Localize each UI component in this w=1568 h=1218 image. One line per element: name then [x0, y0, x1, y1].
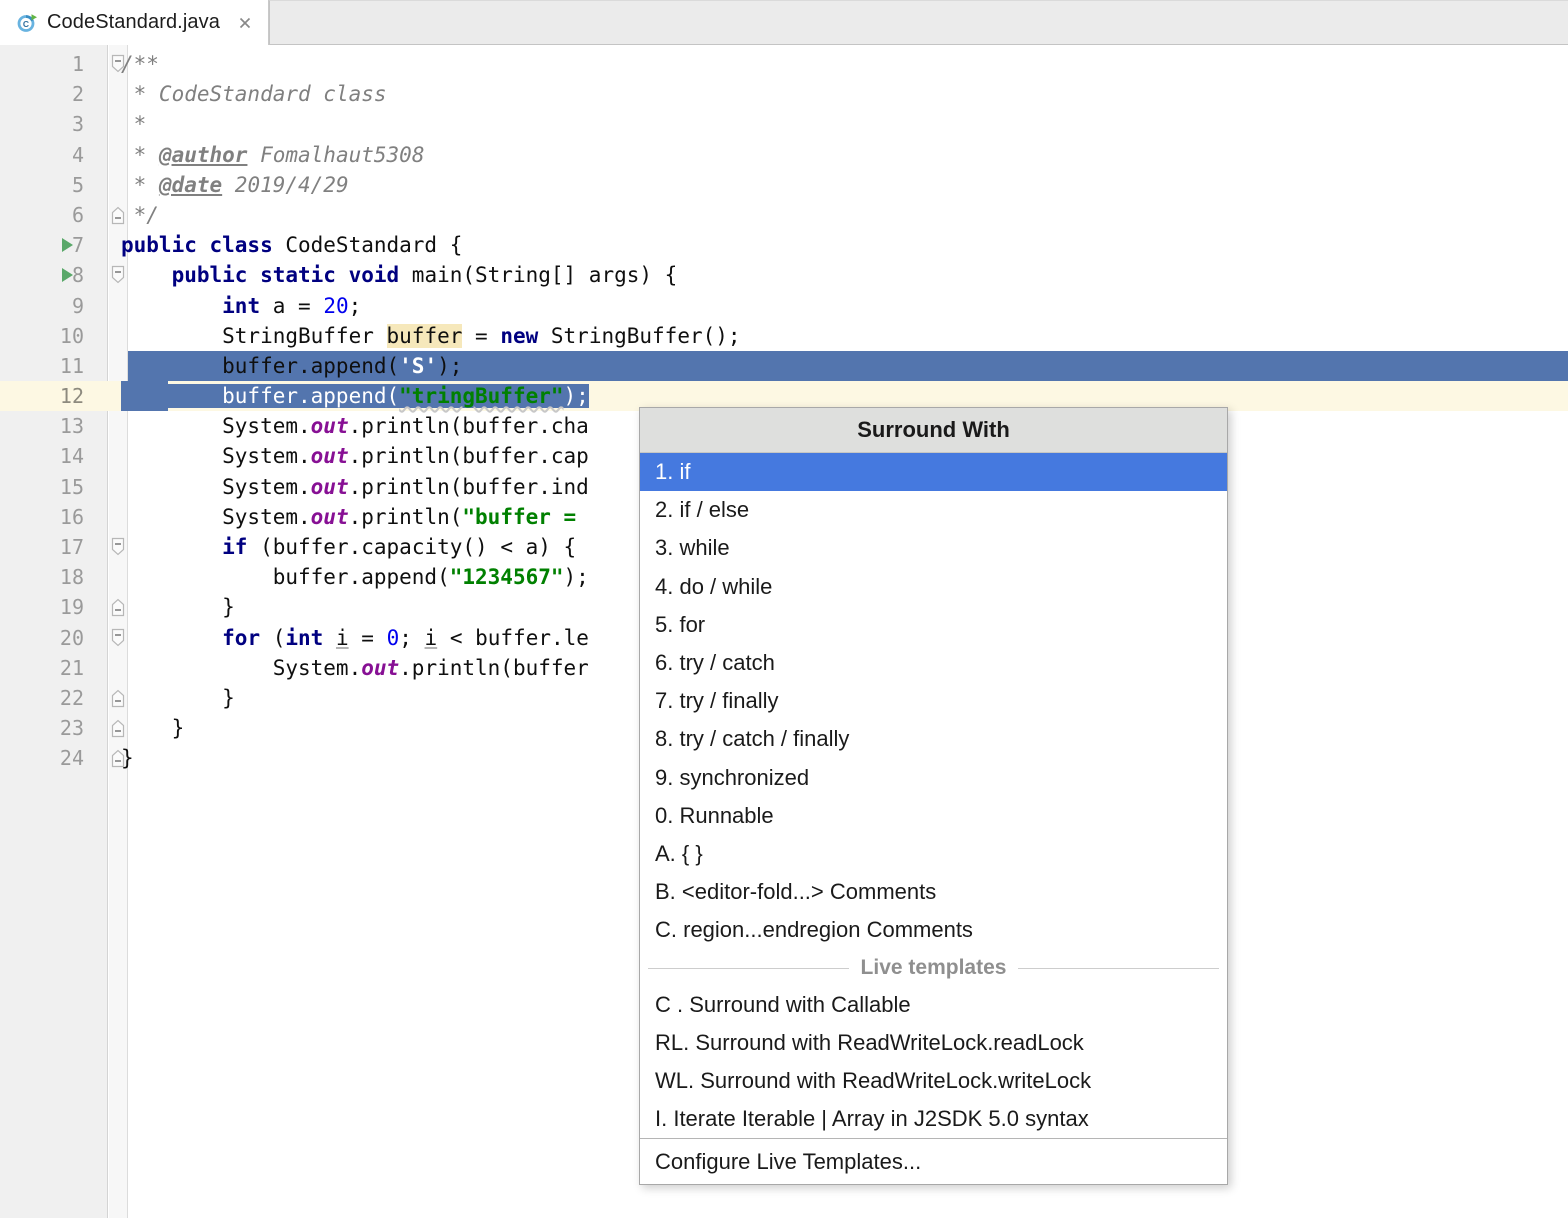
- code-line[interactable]: 1 /**: [0, 49, 1568, 79]
- code-line[interactable]: 10 StringBuffer buffer = new StringBuffe…: [0, 321, 1568, 351]
- code-text: buffer.append("tringBuffer");: [121, 384, 589, 409]
- line-number: 11: [59, 353, 84, 378]
- code-text: * CodeStandard class: [121, 82, 387, 107]
- menu-item-for[interactable]: 5. for: [640, 606, 1227, 644]
- code-line[interactable]: 5 * @date 2019/4/29: [0, 170, 1568, 200]
- code-text: /**: [121, 52, 159, 76]
- editor-tab-codestandard[interactable]: C CodeStandard.java: [0, 0, 269, 45]
- code-line-selected[interactable]: 11 buffer.append('S');: [0, 350, 1568, 382]
- code-text: }: [121, 595, 235, 620]
- svg-text:C: C: [23, 19, 29, 29]
- code-text: if (buffer.capacity() < a) {: [222, 535, 577, 559]
- code-text: int a = 20;: [222, 293, 362, 318]
- code-line[interactable]: 6 */: [0, 200, 1568, 230]
- menu-item-braces[interactable]: A. { }: [640, 835, 1227, 873]
- menu-item-do-while[interactable]: 4. do / while: [640, 568, 1227, 606]
- menu-item-synchronized[interactable]: 9. synchronized: [640, 759, 1227, 797]
- line-number: 17: [59, 535, 84, 559]
- line-number: 9: [71, 293, 84, 318]
- code-line[interactable]: 2 * CodeStandard class: [0, 79, 1568, 109]
- menu-item-if-else[interactable]: 2. if / else: [640, 491, 1227, 529]
- menu-item-iterate-iterable[interactable]: I. Iterate Iterable | Array in J2SDK 5.0…: [640, 1100, 1227, 1138]
- run-arrow-icon[interactable]: [58, 260, 76, 290]
- tab-bar-filler: [268, 0, 1568, 45]
- line-number: 13: [59, 414, 84, 439]
- code-line[interactable]: 8 public static void main(String[] args)…: [0, 260, 1568, 290]
- menu-item-region[interactable]: C. region...endregion Comments: [640, 911, 1227, 949]
- code-text: System.out.println(buffer.cap: [121, 444, 589, 469]
- code-text: }: [121, 716, 185, 741]
- line-number: 21: [59, 655, 84, 680]
- menu-item-try-catch-finally[interactable]: 8. try / catch / finally: [640, 720, 1227, 758]
- code-text: buffer.append('S');: [121, 353, 463, 378]
- java-class-icon: C: [16, 12, 38, 34]
- close-icon[interactable]: [235, 13, 255, 33]
- surround-options-list[interactable]: 1. if 2. if / else 3. while 4. do / whil…: [640, 453, 1227, 950]
- menu-item-try-finally[interactable]: 7. try / finally: [640, 682, 1227, 720]
- separator-label: Live templates: [848, 956, 1019, 981]
- code-text: public class CodeStandard {: [121, 233, 463, 258]
- code-text: StringBuffer buffer = new StringBuffer()…: [121, 323, 741, 348]
- code-text: System.out.println("buffer =: [121, 504, 589, 529]
- code-text: }: [121, 746, 134, 771]
- live-templates-separator: Live templates: [640, 951, 1227, 985]
- menu-item-runnable[interactable]: 0. Runnable: [640, 797, 1227, 835]
- line-number: 10: [59, 323, 84, 348]
- code-text: }: [121, 685, 235, 710]
- code-text: buffer.append("1234567");: [121, 565, 589, 590]
- line-number: 18: [59, 565, 84, 590]
- line-number: 19: [59, 595, 84, 620]
- code-text: System.out.println(buffer.ind: [121, 474, 589, 499]
- code-line[interactable]: 7 public class CodeStandard {: [0, 230, 1568, 260]
- menu-item-while[interactable]: 3. while: [640, 529, 1227, 567]
- code-text: * @author Fomalhaut5308: [121, 142, 425, 167]
- code-text: System.out.println(buffer: [121, 655, 589, 680]
- editor-tab-bar: C CodeStandard.java: [0, 0, 1568, 45]
- line-number: 15: [59, 474, 84, 499]
- code-text: */: [121, 202, 159, 227]
- menu-item-surround-readlock[interactable]: RL. Surround with ReadWriteLock.readLock: [640, 1024, 1227, 1062]
- line-number: 22: [59, 685, 84, 710]
- line-number: 16: [59, 504, 84, 529]
- line-number: 24: [59, 746, 84, 771]
- line-number: 23: [59, 716, 84, 741]
- menu-item-surround-callable[interactable]: C . Surround with Callable: [640, 985, 1227, 1023]
- menu-item-surround-writelock[interactable]: WL. Surround with ReadWriteLock.writeLoc…: [640, 1062, 1227, 1100]
- menu-item-configure-live-templates[interactable]: Configure Live Templates...: [640, 1140, 1227, 1184]
- line-number: 3: [71, 112, 84, 137]
- code-text: System.out.println(buffer.cha: [121, 414, 589, 439]
- menu-item-try-catch[interactable]: 6. try / catch: [640, 644, 1227, 682]
- code-text: public static void main(String[] args) {: [171, 263, 678, 288]
- surround-with-popup[interactable]: Surround With 1. if 2. if / else 3. whil…: [639, 407, 1228, 1186]
- code-line[interactable]: 4 * @author Fomalhaut5308: [0, 140, 1568, 170]
- popup-title: Surround With: [640, 408, 1227, 453]
- editor-window: C CodeStandard.java 1 /** 2 * CodeStanda…: [0, 0, 1568, 1218]
- line-number: 2: [71, 82, 84, 107]
- line-number: 4: [71, 142, 84, 167]
- line-number: 12: [59, 384, 84, 409]
- menu-item-if[interactable]: 1. if: [640, 453, 1227, 492]
- code-line[interactable]: 9 int a = 20;: [0, 291, 1568, 321]
- editor-tab-label: CodeStandard.java: [47, 11, 220, 33]
- code-line[interactable]: 3 *: [0, 109, 1568, 139]
- menu-item-editor-fold[interactable]: B. <editor-fold...> Comments: [640, 873, 1227, 911]
- code-text: for (int i = 0; i < buffer.le: [222, 625, 589, 650]
- popup-footer[interactable]: Configure Live Templates...: [640, 1138, 1227, 1184]
- line-number: 20: [59, 625, 84, 650]
- line-number: 5: [71, 172, 84, 197]
- run-arrow-icon[interactable]: [58, 230, 76, 260]
- code-text: *: [121, 112, 147, 137]
- live-templates-list[interactable]: C . Surround with Callable RL. Surround …: [640, 985, 1227, 1139]
- line-number: 14: [59, 444, 84, 469]
- code-text: * @date 2019/4/29: [121, 172, 349, 197]
- line-number: 1: [71, 52, 84, 76]
- line-number: 6: [71, 202, 84, 227]
